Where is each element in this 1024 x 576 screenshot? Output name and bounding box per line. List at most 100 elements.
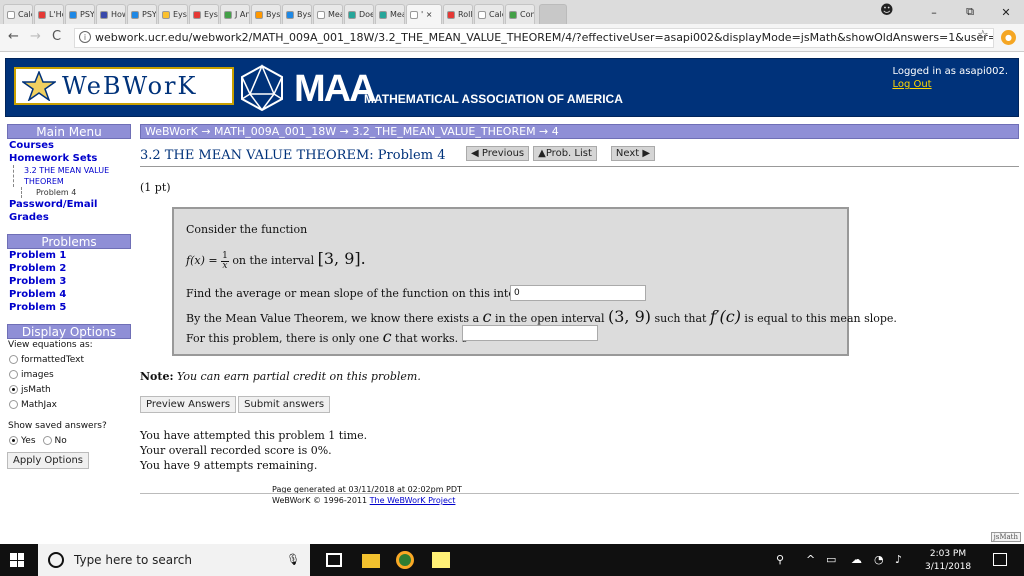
page-title: 3.2 THE MEAN VALUE THEOREM: Problem 4 [140, 148, 446, 163]
tab-label: Com [520, 10, 534, 19]
apply-options-button[interactable]: Apply Options [7, 452, 89, 469]
browser-tab[interactable]: J An [220, 4, 250, 24]
c-value-input[interactable] [462, 325, 598, 341]
no-radio[interactable] [42, 436, 52, 445]
sticky-notes-icon[interactable] [432, 552, 450, 568]
score-text: Your overall recorded score is 0%. [140, 444, 332, 457]
courses-link[interactable]: Courses [7, 139, 131, 152]
page-footer: Page generated at 03/11/2018 at 02:02pm … [272, 484, 462, 506]
submit-answers-button[interactable]: Submit answers [238, 396, 331, 413]
browser-tab[interactable]: Eyse [189, 4, 219, 24]
back-button[interactable]: ← [8, 29, 19, 44]
tab-favicon-icon [478, 10, 486, 19]
reload-button[interactable]: C [52, 29, 61, 44]
onedrive-icon[interactable]: ☁ [851, 553, 862, 566]
battery-icon[interactable]: ▭ [826, 553, 836, 566]
browser-tab[interactable]: Mea [375, 4, 405, 24]
problem-link[interactable]: Problem 5 [7, 301, 131, 314]
browser-tab[interactable]: Com [505, 4, 535, 24]
webwork-project-link[interactable]: The WeBWorK Project [370, 496, 456, 505]
next-button[interactable]: Next ▶ [610, 146, 656, 161]
action-center-icon[interactable] [993, 553, 1007, 566]
webwork-logo[interactable]: WeBWorK [14, 67, 234, 105]
grades-link[interactable]: Grades [7, 211, 131, 224]
wifi-icon[interactable]: ◔ [874, 553, 884, 566]
maximize-button[interactable]: ⧉ [952, 5, 988, 19]
browser-tab[interactable]: Calc [3, 4, 33, 24]
fraction-denominator: x [222, 260, 228, 271]
maa-logo[interactable]: MAA MATHEMATICAL ASSOCIATION OF AMERICA [238, 64, 638, 112]
display-mode-radio[interactable] [9, 385, 18, 394]
taskbar-search[interactable]: Type here to search 🎙 [38, 544, 310, 576]
problem-link[interactable]: Problem 3 [7, 275, 131, 288]
display-mode-option[interactable]: formattedText [7, 352, 131, 367]
note: Note: You can earn partial credit on thi… [140, 370, 421, 383]
minimize-button[interactable]: – [916, 6, 952, 19]
current-set-link[interactable]: 3.2 THE MEAN VALUE THEOREM [13, 165, 131, 187]
tab-favicon-icon [317, 10, 325, 19]
browser-tab[interactable]: Byst [251, 4, 281, 24]
close-window-button[interactable]: ✕ [988, 6, 1024, 19]
clock[interactable]: 2:03 PM 3/11/2018 [925, 548, 971, 574]
attempt-info: You have attempted this problem 1 time. … [140, 428, 367, 473]
tab-favicon-icon [348, 10, 356, 19]
bookmark-star-icon[interactable]: ☆ [977, 28, 989, 43]
preview-answers-button[interactable]: Preview Answers [140, 396, 237, 413]
chrome-icon[interactable] [396, 551, 414, 569]
url-input[interactable]: i webwork.ucr.edu/webwork2/MATH_009A_001… [74, 28, 994, 48]
webwork-header: WeBWorK MAA MATHEMATICAL ASSOCIATION OF … [5, 58, 1019, 117]
fraction-numerator: 1 [221, 250, 229, 262]
extension-icon[interactable]: ● [1001, 30, 1016, 45]
display-mode-radio[interactable] [9, 370, 18, 379]
problem-link[interactable]: Problem 4 [7, 288, 131, 301]
windows-start-icon[interactable] [10, 553, 24, 567]
display-mode-option[interactable]: images [7, 367, 131, 382]
problem-list-button[interactable]: ▲Prob. List [533, 146, 597, 161]
problem-link[interactable]: Problem 2 [7, 262, 131, 275]
window-controls: – ⧉ ✕ [916, 0, 1024, 24]
fraction: 1 x [221, 250, 229, 271]
task-view-icon[interactable] [326, 553, 342, 567]
browser-tab[interactable]: Roll [443, 4, 473, 24]
file-explorer-icon[interactable] [362, 554, 380, 568]
browser-tab[interactable]: Doe [344, 4, 374, 24]
tab-favicon-icon [255, 10, 263, 19]
browser-tab[interactable]: Eyse [158, 4, 188, 24]
homework-sets-link[interactable]: Homework Sets [7, 152, 131, 165]
q2-interval: (3, 9) [607, 307, 651, 326]
tab-strip: Calc L'Hc PSY How PSY Eyse Eyse J An Byst Byst Mea… [0, 4, 536, 24]
browser-tab[interactable]: PSY [127, 4, 157, 24]
note-text: You can earn partial credit on this prob… [177, 370, 421, 383]
password-email-link[interactable]: Password/Email [7, 198, 131, 211]
people-icon[interactable]: ⚲ [776, 553, 784, 566]
mean-slope-input[interactable]: 0 [510, 285, 646, 301]
browser-tab[interactable]: Byst [282, 4, 312, 24]
previous-button[interactable]: ◀ Previous [466, 146, 530, 161]
site-info-icon[interactable]: i [79, 31, 91, 43]
tray-overflow-icon[interactable]: ^ [806, 553, 815, 566]
profile-icon[interactable]: ☻ [880, 3, 896, 19]
forward-button[interactable]: → [30, 29, 41, 44]
browser-tab[interactable]: ' × [406, 4, 442, 24]
clock-date: 3/11/2018 [925, 562, 972, 572]
jsmath-badge[interactable]: jsMath [990, 532, 1021, 542]
display-mode-radio[interactable] [9, 355, 18, 364]
display-mode-option[interactable]: jsMath [7, 382, 131, 397]
q2-fprime: f′(c) [709, 307, 741, 326]
browser-tab[interactable]: PSY [65, 4, 95, 24]
display-mode-label: jsMath [21, 384, 51, 395]
display-mode-option[interactable]: MathJax [7, 397, 131, 412]
display-mode-radio[interactable] [9, 400, 18, 409]
yes-radio[interactable] [9, 436, 18, 445]
logout-link[interactable]: Log Out [892, 78, 1008, 91]
tab-favicon-icon [224, 10, 232, 19]
volume-icon[interactable]: ♪ [895, 553, 902, 566]
microphone-icon[interactable]: 🎙 [286, 553, 300, 566]
browser-tab[interactable]: Calc [474, 4, 504, 24]
new-tab-button[interactable] [539, 4, 567, 24]
sidebar: Main Menu Courses Homework Sets 3.2 THE … [7, 124, 131, 469]
browser-tab[interactable]: Mea [313, 4, 343, 24]
problem-link[interactable]: Problem 1 [7, 249, 131, 262]
browser-tab[interactable]: L'Hc [34, 4, 64, 24]
browser-tab[interactable]: How [96, 4, 126, 24]
